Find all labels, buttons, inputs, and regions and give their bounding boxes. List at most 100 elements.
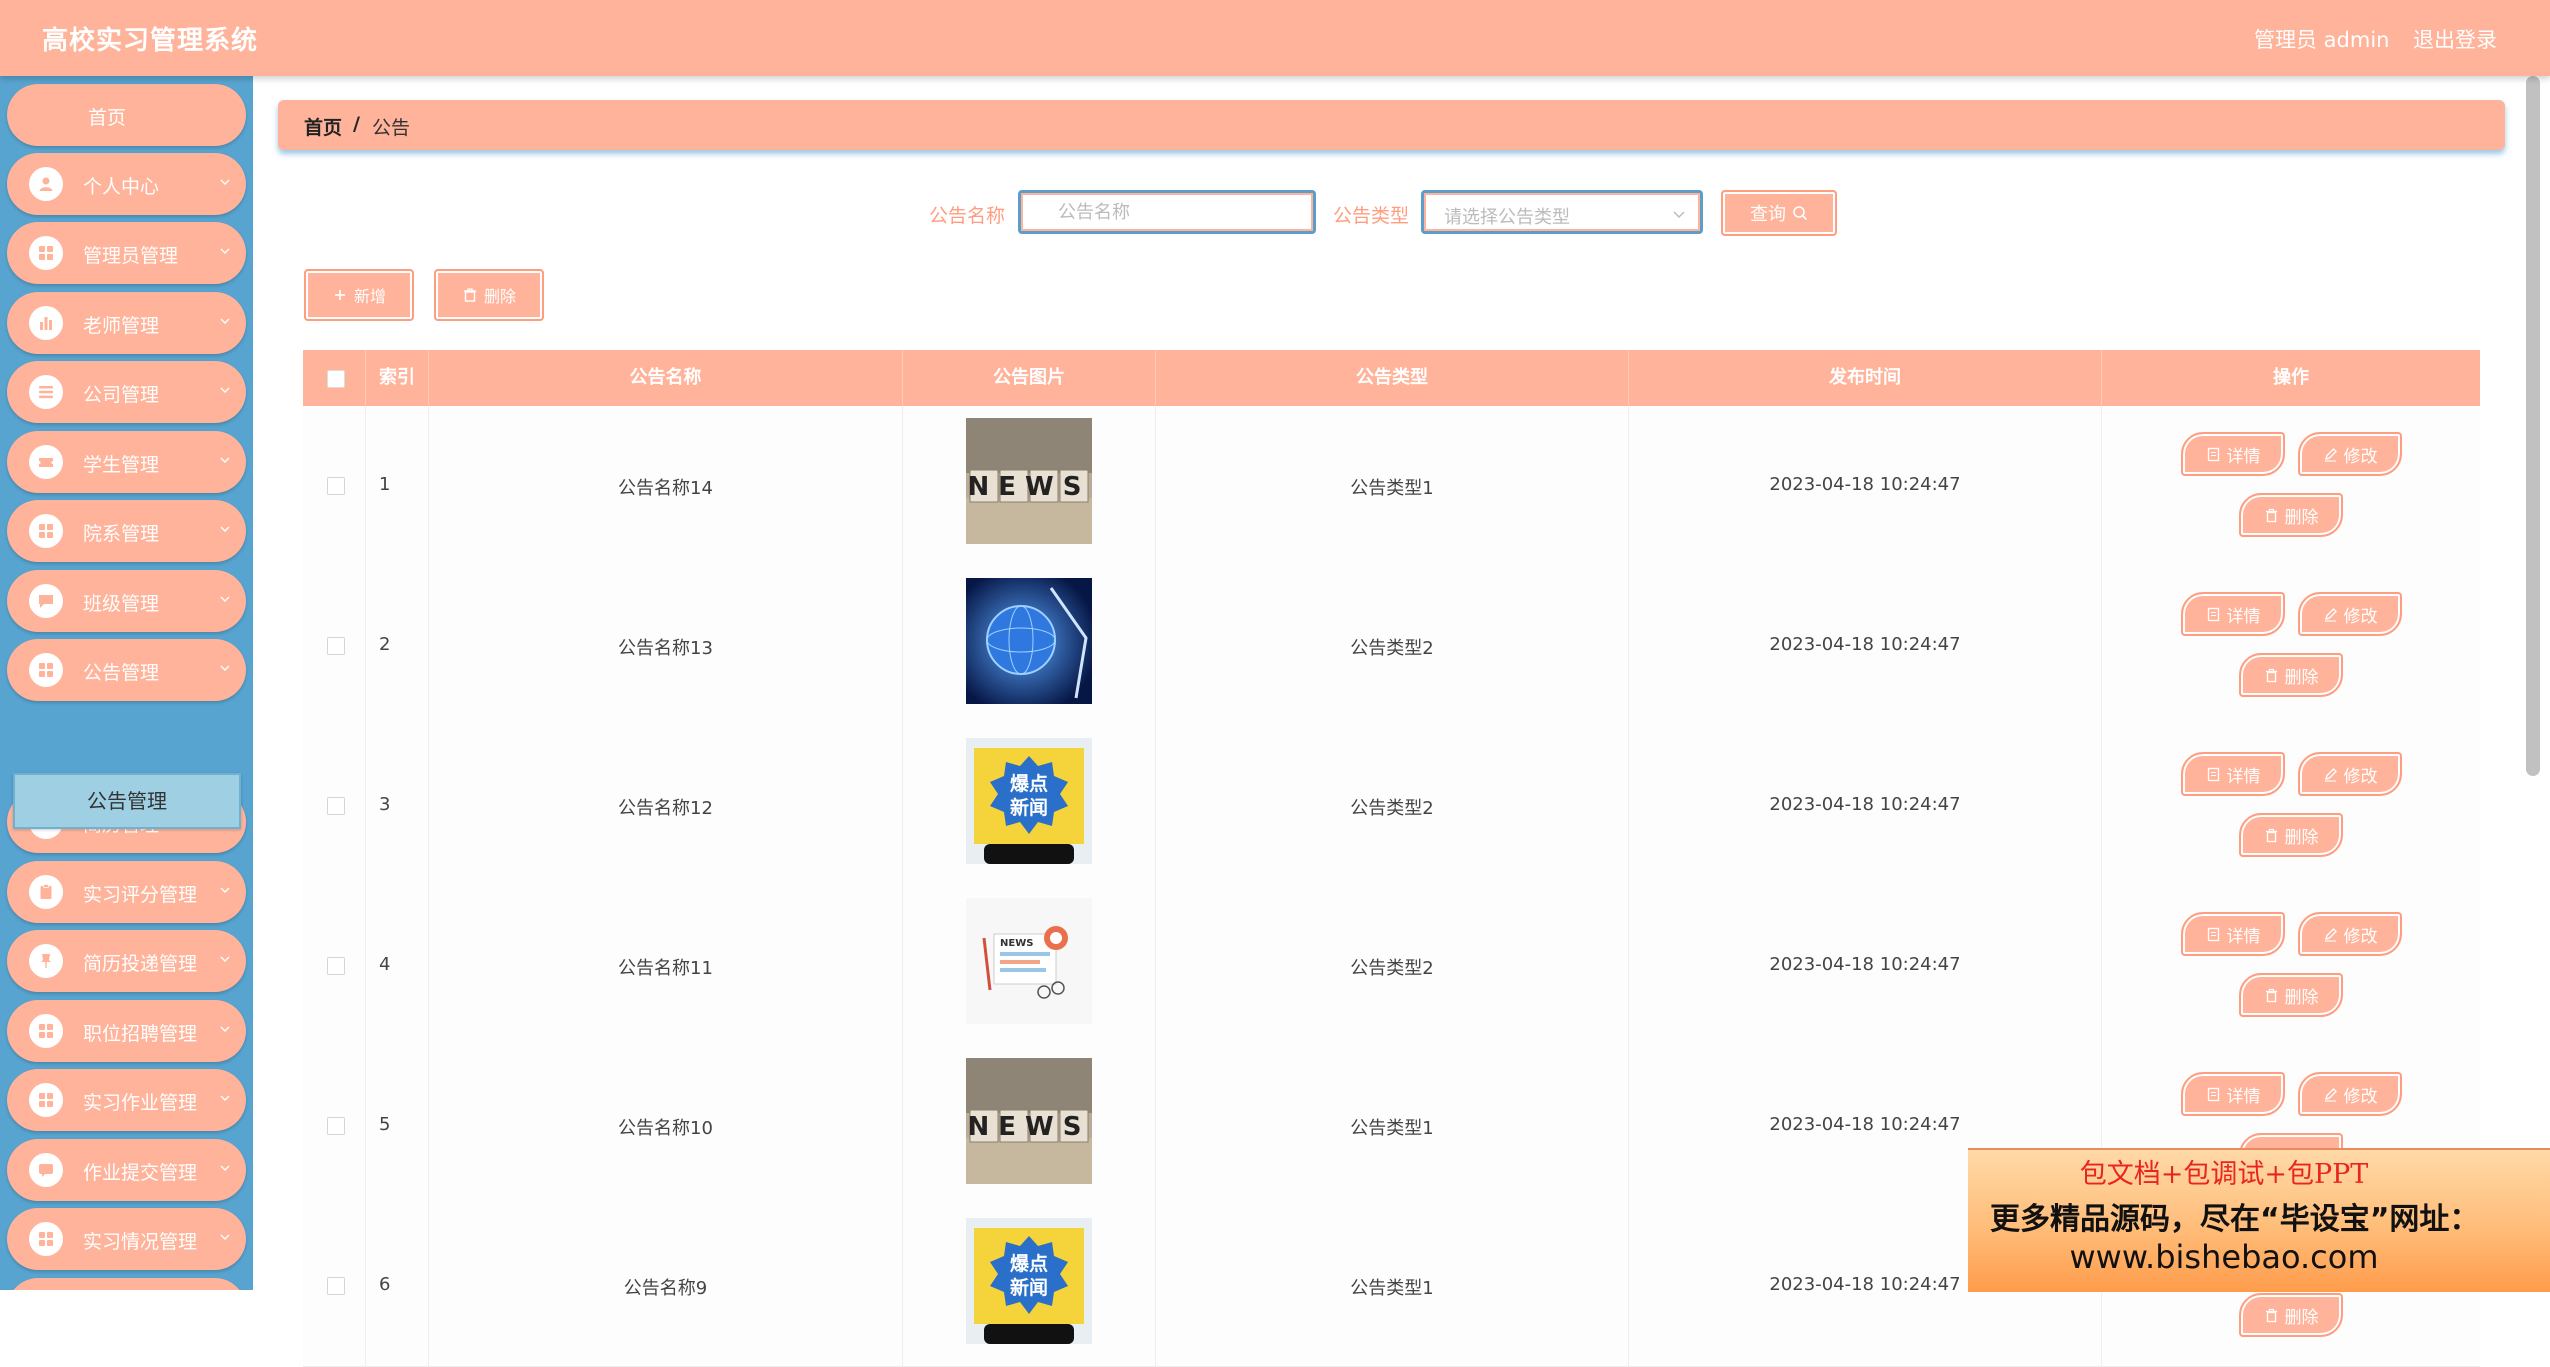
ad-banner[interactable]: 包文档+包调试+包PPT 更多精品源码，尽在“毕设宝”网址： www.bishe…	[1968, 1148, 2550, 1292]
notice-image-cell: NEWS	[903, 886, 1156, 1046]
sidebar-item[interactable]: 实习作业管理	[7, 1069, 246, 1131]
sidebar-item-home[interactable]: 首页	[7, 84, 246, 146]
edit-icon	[2324, 607, 2337, 622]
publish-time: 2023-04-18 10:24:47	[1769, 1114, 1961, 1135]
breadcrumb: 首页 / 公告	[278, 100, 2505, 150]
table-header: 索引 公告名称 公告图片 公告类型 发布时间 操作	[303, 350, 2480, 406]
trash-icon	[2265, 1308, 2277, 1322]
sidebar-item[interactable]: 公告管理	[7, 639, 246, 701]
notice-type-cell: 公告类型1	[1156, 1206, 1629, 1366]
delete-button[interactable]: 删除	[2239, 973, 2343, 1017]
select-all-checkbox[interactable]	[327, 370, 345, 388]
sidebar-item[interactable]: 院系管理	[7, 500, 246, 562]
notice-image-cell: NEWS	[903, 1046, 1156, 1206]
notice-type-cell: 公告类型2	[1156, 886, 1629, 1046]
row-index: 6	[379, 1274, 391, 1295]
notice-name-cell: 公告名称13	[429, 566, 903, 726]
row-checkbox[interactable]	[327, 1117, 345, 1135]
sidebar-item[interactable]: 基础数据管理	[7, 1278, 246, 1290]
edit-button[interactable]: 修改	[2298, 912, 2402, 956]
publish-time: 2023-04-18 10:24:47	[1769, 954, 1961, 975]
notice-name-input[interactable]	[1018, 190, 1316, 234]
submenu-item-label: 公告管理	[87, 789, 167, 813]
delete-button[interactable]: 删除	[2239, 493, 2343, 537]
breadcrumb-home[interactable]: 首页	[304, 113, 342, 140]
edit-button[interactable]: 修改	[2298, 1072, 2402, 1116]
notice-name: 公告名称10	[618, 1118, 713, 1139]
trash-icon	[2265, 828, 2277, 842]
detail-button-label: 详情	[2226, 606, 2261, 627]
detail-button[interactable]: 详情	[2181, 1072, 2285, 1116]
sidebar-item[interactable]: 管理员管理	[7, 222, 246, 284]
row-checkbox[interactable]	[327, 477, 345, 495]
notice-image[interactable]	[966, 578, 1092, 704]
chevron-down-icon	[220, 1026, 230, 1032]
detail-button[interactable]: 详情	[2181, 912, 2285, 956]
document-icon	[2207, 447, 2219, 461]
sidebar-item[interactable]: 职位招聘管理	[7, 1000, 246, 1062]
sidebar-item[interactable]: 简历投递管理	[7, 930, 246, 992]
svg-text:NEWS: NEWS	[968, 472, 1091, 502]
publish-time: 2023-04-18 10:24:47	[1769, 634, 1961, 655]
query-button[interactable]: 查询	[1721, 190, 1837, 236]
notice-image[interactable]: 爆点 新闻	[966, 1218, 1092, 1344]
delete-button[interactable]: 删除	[2239, 1293, 2343, 1337]
sidebar-item[interactable]: 实习情况管理	[7, 1208, 246, 1270]
delete-button[interactable]: 删除	[2239, 653, 2343, 697]
pin-icon	[29, 944, 63, 978]
sidebar-item[interactable]: 老师管理	[7, 292, 246, 354]
batch-delete-button-label: 删除	[483, 287, 516, 306]
row-checkbox[interactable]	[327, 797, 345, 815]
add-button[interactable]: 新增	[304, 269, 414, 321]
detail-button[interactable]: 详情	[2181, 592, 2285, 636]
notice-image[interactable]: NEWS	[966, 1058, 1092, 1184]
submenu-item-notice-management[interactable]: 公告管理	[13, 773, 241, 829]
list-icon	[29, 375, 63, 409]
batch-delete-button[interactable]: 删除	[434, 269, 544, 321]
edit-button[interactable]: 修改	[2298, 752, 2402, 796]
sidebar-item[interactable]: 班级管理	[7, 570, 246, 632]
notice-name-label: 公告名称	[929, 205, 1006, 227]
sidebar-item[interactable]: 个人中心	[7, 153, 246, 215]
notice-type-cell: 公告类型1	[1156, 406, 1629, 566]
row-checkbox[interactable]	[327, 637, 345, 655]
search-icon	[1793, 206, 1808, 221]
logout-link[interactable]: 退出登录	[2413, 24, 2497, 54]
sidebar-item-label: 首页	[87, 107, 126, 129]
edit-button[interactable]: 修改	[2298, 432, 2402, 476]
grid-icon	[29, 236, 63, 270]
notice-type-cell: 公告类型2	[1156, 566, 1629, 726]
notice-image-cell: 爆点 新闻	[903, 726, 1156, 886]
message-icon	[29, 584, 63, 618]
row-checkbox[interactable]	[327, 1277, 345, 1295]
notice-image[interactable]: NEWS	[966, 898, 1092, 1024]
detail-button[interactable]: 详情	[2181, 432, 2285, 476]
notice-type: 公告类型1	[1350, 1118, 1434, 1139]
chevron-down-icon	[220, 596, 230, 602]
sidebar-item[interactable]: 学生管理	[7, 431, 246, 493]
scrollbar[interactable]	[2526, 76, 2540, 776]
notice-image[interactable]: NEWS	[966, 418, 1092, 544]
chevron-down-icon	[220, 387, 230, 393]
sidebar-item-label: 作业提交管理	[83, 1162, 198, 1184]
notice-type: 公告类型2	[1350, 798, 1434, 819]
delete-button[interactable]: 删除	[2239, 813, 2343, 857]
svg-text:NEWS: NEWS	[1000, 938, 1033, 949]
sidebar-item[interactable]: 实习评分管理	[7, 861, 246, 923]
notice-type-select[interactable]: 请选择公告类型	[1421, 190, 1703, 234]
sidebar-item-label: 公告管理	[83, 662, 160, 684]
edit-button[interactable]: 修改	[2298, 592, 2402, 636]
edit-button-label: 修改	[2343, 446, 2378, 467]
sidebar-item[interactable]: 作业提交管理	[7, 1139, 246, 1201]
sidebar-item[interactable]: 公司管理	[7, 361, 246, 423]
notice-image[interactable]: 爆点 新闻	[966, 738, 1092, 864]
actions-cell: 详情 修改删除	[2102, 566, 2480, 726]
table-row: 1 公告名称14 NEWS 公告类型1 2023-04-18 10:24:47 详情 修改删…	[303, 406, 2480, 567]
row-checkbox[interactable]	[327, 957, 345, 975]
detail-button[interactable]: 详情	[2181, 752, 2285, 796]
chevron-down-icon	[220, 318, 230, 324]
edit-icon	[2324, 927, 2337, 942]
table-row: 2 公告名称13 公告类型2 2023-04-18 10:24:47 详情 修改 删除	[303, 566, 2480, 727]
detail-button-label: 详情	[2226, 1086, 2261, 1107]
header-index: 索引	[366, 350, 429, 406]
